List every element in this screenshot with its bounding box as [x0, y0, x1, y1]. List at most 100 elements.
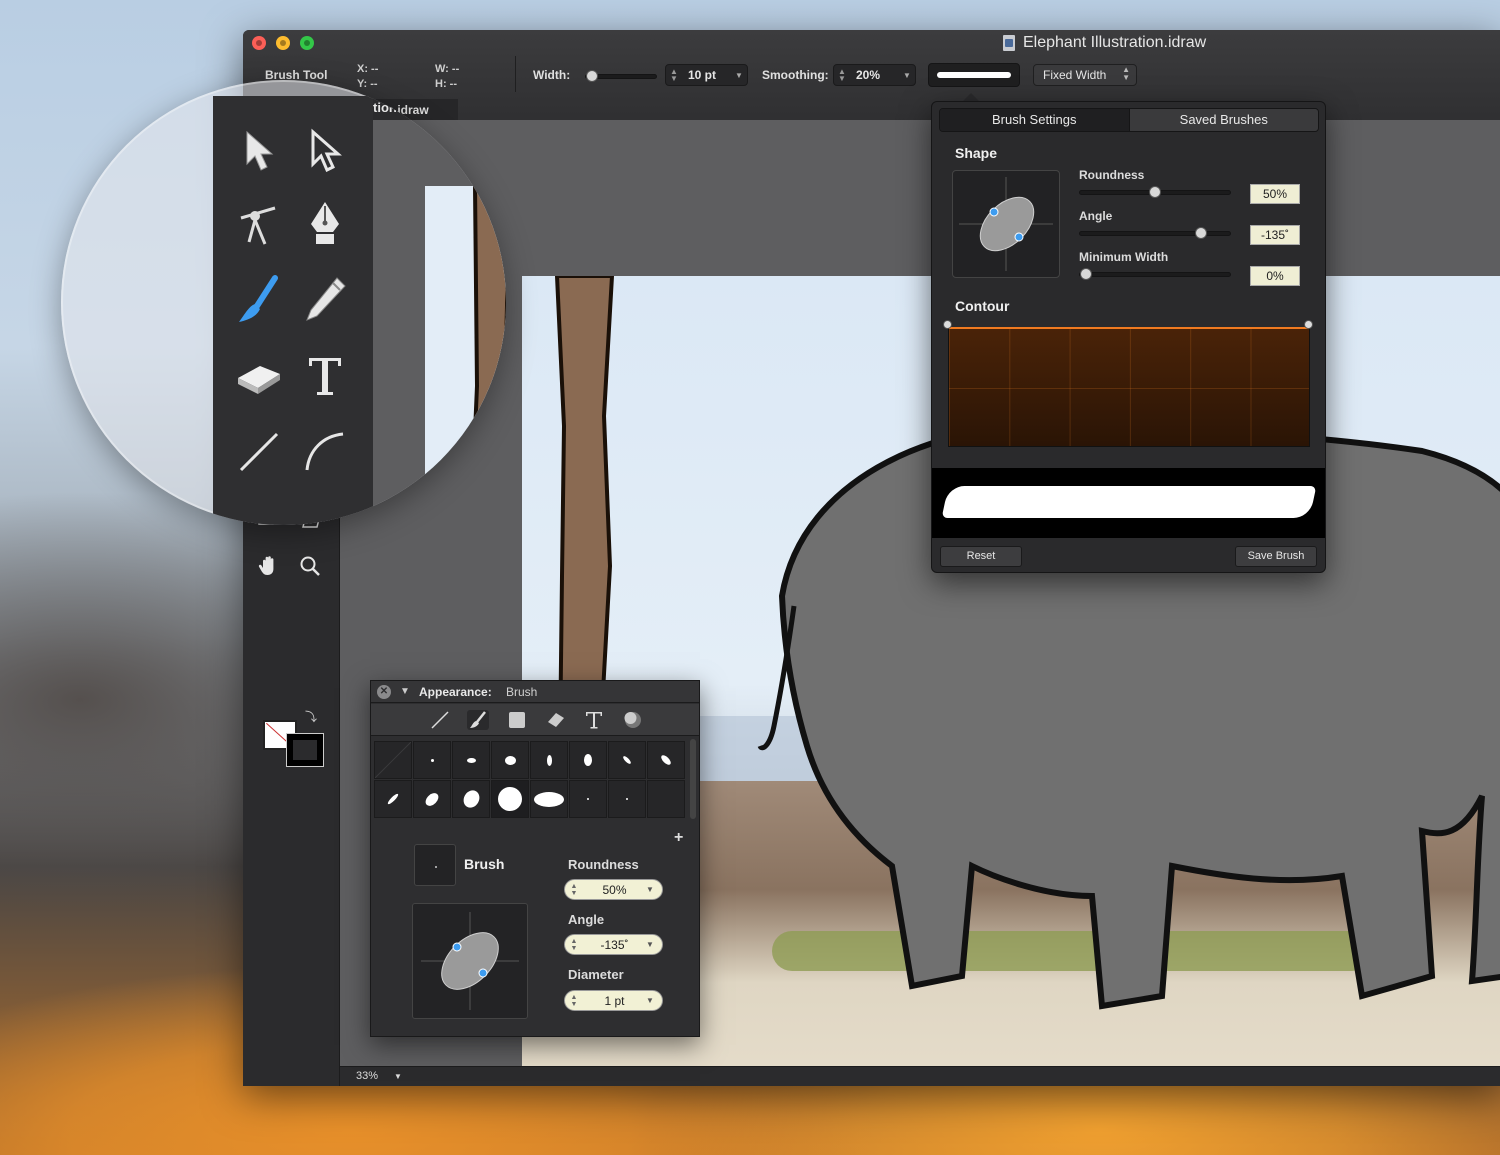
- line-icon[interactable]: [231, 424, 287, 480]
- reset-button[interactable]: Reset: [940, 546, 1022, 567]
- angle-field[interactable]: -135˚: [1250, 225, 1300, 245]
- brush-preset[interactable]: [413, 741, 451, 779]
- stepper-arrows-icon[interactable]: ▲ ▼: [666, 68, 682, 83]
- roundness-slider-knob[interactable]: [1149, 186, 1161, 198]
- appearance-diameter-field[interactable]: ▲ ▼ 1 pt ▼: [564, 990, 663, 1011]
- toolbar-divider: [515, 56, 516, 92]
- close-window-button[interactable]: [252, 36, 266, 50]
- brush-preset[interactable]: [569, 741, 607, 779]
- minimum-width-slider-knob[interactable]: [1080, 268, 1092, 280]
- selection-arrow-icon[interactable]: [231, 122, 287, 178]
- appearance-angle-field[interactable]: ▲ ▼ -135˚ ▼: [564, 934, 663, 955]
- appearance-panel: ✕ ▼ Appearance: Brush + Brush Roundness …: [370, 680, 700, 1037]
- hand-icon[interactable]: [256, 553, 282, 579]
- stroke-preview-line: [937, 72, 1011, 78]
- chevron-down-icon[interactable]: ▼: [394, 1068, 402, 1085]
- stroke-preview-button[interactable]: [928, 63, 1020, 87]
- zoom-value: 33%: [356, 1070, 379, 1082]
- arc-icon[interactable]: [297, 424, 353, 480]
- chevron-down-icon[interactable]: ▼: [899, 71, 915, 80]
- brush-icon[interactable]: [231, 272, 287, 328]
- chevron-down-icon[interactable]: ▼: [646, 885, 662, 894]
- text-icon[interactable]: [297, 348, 353, 404]
- fill-type-icon[interactable]: [506, 710, 528, 730]
- roundness-field[interactable]: 50%: [1250, 184, 1300, 204]
- stepper-arrows-icon[interactable]: ▲ ▼: [565, 994, 583, 1008]
- brush-preset[interactable]: [413, 780, 451, 818]
- width-mode-select[interactable]: Fixed Width ▲ ▼: [1033, 64, 1137, 86]
- width-stepper[interactable]: ▲ ▼ 10 pt ▼: [665, 64, 748, 86]
- brush-preset[interactable]: [491, 741, 529, 779]
- h-readout: H: --: [435, 78, 457, 90]
- eraser-type-icon[interactable]: [545, 710, 567, 730]
- swap-colors-icon[interactable]: ⤵: [305, 708, 317, 725]
- zoom-window-button[interactable]: [300, 36, 314, 50]
- brush-preset[interactable]: [452, 741, 490, 779]
- add-brush-button[interactable]: +: [674, 829, 683, 847]
- close-icon[interactable]: ✕: [377, 685, 391, 699]
- eraser-icon[interactable]: [231, 348, 287, 404]
- brush-settings-popover: Brush Settings Saved Brushes Shape Round…: [931, 101, 1326, 573]
- pen-nib-icon[interactable]: [297, 196, 353, 252]
- roundness-slider[interactable]: [1079, 186, 1231, 198]
- brush-thumbnail[interactable]: [414, 844, 456, 886]
- pencil-icon[interactable]: [297, 272, 353, 328]
- brush-preset-selected[interactable]: [491, 780, 529, 818]
- text-type-icon[interactable]: [583, 710, 605, 730]
- width-slider-knob[interactable]: [586, 70, 598, 82]
- contour-curve[interactable]: [949, 327, 1309, 329]
- disclosure-triangle-icon[interactable]: ▼: [400, 681, 410, 703]
- node-tool-icon[interactable]: [231, 196, 287, 252]
- minimum-width-slider[interactable]: [1079, 268, 1231, 280]
- tools-magnifier: tion.idraw: [61, 80, 506, 525]
- document-icon: [1003, 35, 1015, 51]
- stroke-type-icon[interactable]: [429, 710, 451, 730]
- stepper-arrows-icon[interactable]: ▲ ▼: [565, 938, 583, 952]
- appearance-roundness-field[interactable]: ▲ ▼ 50% ▼: [564, 879, 663, 900]
- smoothing-stepper[interactable]: ▲ ▼ 20% ▼: [833, 64, 916, 86]
- contour-start-handle[interactable]: [943, 320, 952, 329]
- minimum-width-label: Minimum Width: [1079, 250, 1169, 264]
- brush-preset[interactable]: [647, 741, 685, 779]
- tab-brush-settings[interactable]: Brush Settings: [940, 109, 1129, 131]
- zoom-select[interactable]: 33% ▼: [348, 1068, 404, 1085]
- brush-type-icon[interactable]: [467, 710, 489, 730]
- appearance-shape-preview[interactable]: [412, 903, 528, 1019]
- contour-editor[interactable]: [948, 327, 1310, 447]
- stroke-color-swatch[interactable]: [286, 733, 324, 767]
- save-brush-button[interactable]: Save Brush: [1235, 546, 1317, 567]
- roundness-label: Roundness: [1079, 168, 1145, 182]
- brush-preset[interactable]: [608, 741, 646, 779]
- presets-scrollbar[interactable]: [690, 739, 696, 819]
- shadow-type-icon[interactable]: [622, 710, 644, 730]
- angle-slider-knob[interactable]: [1195, 227, 1207, 239]
- brush-preset[interactable]: [452, 780, 490, 818]
- brush-preset[interactable]: [569, 780, 607, 818]
- appearance-shape-ellipse: [421, 912, 519, 1010]
- chevron-down-icon[interactable]: ▼: [646, 996, 662, 1005]
- angle-slider[interactable]: [1079, 227, 1231, 239]
- contour-end-handle[interactable]: [1304, 320, 1313, 329]
- y-readout: Y: --: [357, 78, 378, 90]
- minimum-width-field[interactable]: 0%: [1250, 266, 1300, 286]
- smoothing-value: 20%: [856, 68, 881, 82]
- brush-preset[interactable]: [374, 780, 412, 818]
- zoom-icon[interactable]: [297, 553, 323, 579]
- direct-selection-arrow-icon[interactable]: [297, 122, 353, 178]
- stepper-arrows-icon[interactable]: ▲ ▼: [565, 883, 583, 897]
- brush-shape-preview[interactable]: [952, 170, 1060, 278]
- tab-saved-brushes[interactable]: Saved Brushes: [1128, 109, 1318, 131]
- brush-preset[interactable]: [530, 780, 568, 818]
- stepper-arrows-icon[interactable]: ▲ ▼: [834, 68, 850, 83]
- brush-preset[interactable]: [608, 780, 646, 818]
- chevron-down-icon[interactable]: ▼: [731, 71, 747, 80]
- brush-preset-empty[interactable]: [647, 780, 685, 818]
- brush-preset-none[interactable]: [374, 741, 412, 779]
- appearance-angle-value: -135˚: [600, 937, 629, 952]
- width-mode-value: Fixed Width: [1043, 68, 1107, 82]
- chevron-down-icon[interactable]: ▼: [646, 940, 662, 949]
- brush-preset[interactable]: [530, 741, 568, 779]
- width-slider[interactable]: [585, 70, 657, 82]
- appearance-diameter-value: 1 pt: [604, 993, 625, 1008]
- minimize-window-button[interactable]: [276, 36, 290, 50]
